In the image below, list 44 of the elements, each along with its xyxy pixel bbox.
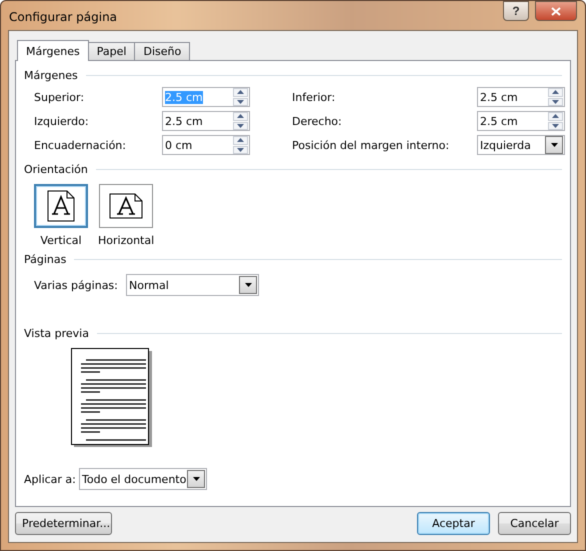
field-label: Izquierdo:: [34, 114, 90, 128]
section-heading: Márgenes: [24, 69, 78, 82]
spin-up-icon: [552, 90, 559, 94]
tab[interactable]: Diseño: [134, 42, 190, 60]
window-title: Configurar página: [9, 8, 118, 24]
field-label: Inferior:: [292, 90, 336, 104]
spin-down-icon: [237, 148, 244, 152]
dialog-button[interactable]: Cancelar: [498, 512, 571, 535]
dialog-button[interactable]: Predeterminar...: [15, 512, 112, 535]
spin-up-icon: [552, 114, 559, 118]
close-icon: [551, 6, 561, 16]
field-label: Derecho:: [292, 114, 343, 128]
caret-icon: [244, 283, 252, 287]
spin-down-icon: [237, 100, 244, 104]
spin-up-icon: [237, 114, 244, 118]
landscape-page-icon: [109, 193, 144, 219]
spin-down-icon: [552, 124, 559, 128]
dropdown-field[interactable]: Izquierda: [477, 135, 565, 155]
spin-field[interactable]: 0 cm: [162, 135, 250, 155]
portrait-page-icon: [47, 190, 75, 222]
dialog-button[interactable]: Aceptar: [417, 512, 490, 535]
close-button[interactable]: [535, 1, 577, 21]
field-label: Aplicar a:: [24, 472, 77, 486]
section-heading: Vista previa: [24, 327, 89, 340]
dropdown-field[interactable]: Normal: [126, 274, 259, 296]
caret-icon: [192, 477, 200, 481]
spin-down-icon: [237, 124, 244, 128]
spin-field[interactable]: 2.5 cm: [477, 87, 565, 107]
field-label: Encuadernación:: [34, 138, 127, 152]
help-button[interactable]: ?: [503, 1, 529, 21]
caret-icon: [550, 143, 558, 147]
spin-down-icon: [552, 100, 559, 104]
field-label: Varias páginas:: [34, 278, 119, 292]
section-heading: Páginas: [24, 253, 66, 266]
tab[interactable]: Papel: [88, 42, 136, 60]
spin-field[interactable]: 2.5 cm: [162, 111, 250, 131]
field-label: Posición del margen interno:: [292, 138, 450, 152]
dropdown-field[interactable]: Todo el documento: [79, 468, 207, 490]
spin-up-icon: [237, 138, 244, 142]
tab[interactable]: Márgenes: [17, 40, 89, 61]
spin-field[interactable]: 2.5 cm: [477, 111, 565, 131]
field-label: Superior:: [34, 90, 86, 104]
section-heading: Orientación: [24, 163, 88, 176]
spin-up-icon: [237, 90, 244, 94]
